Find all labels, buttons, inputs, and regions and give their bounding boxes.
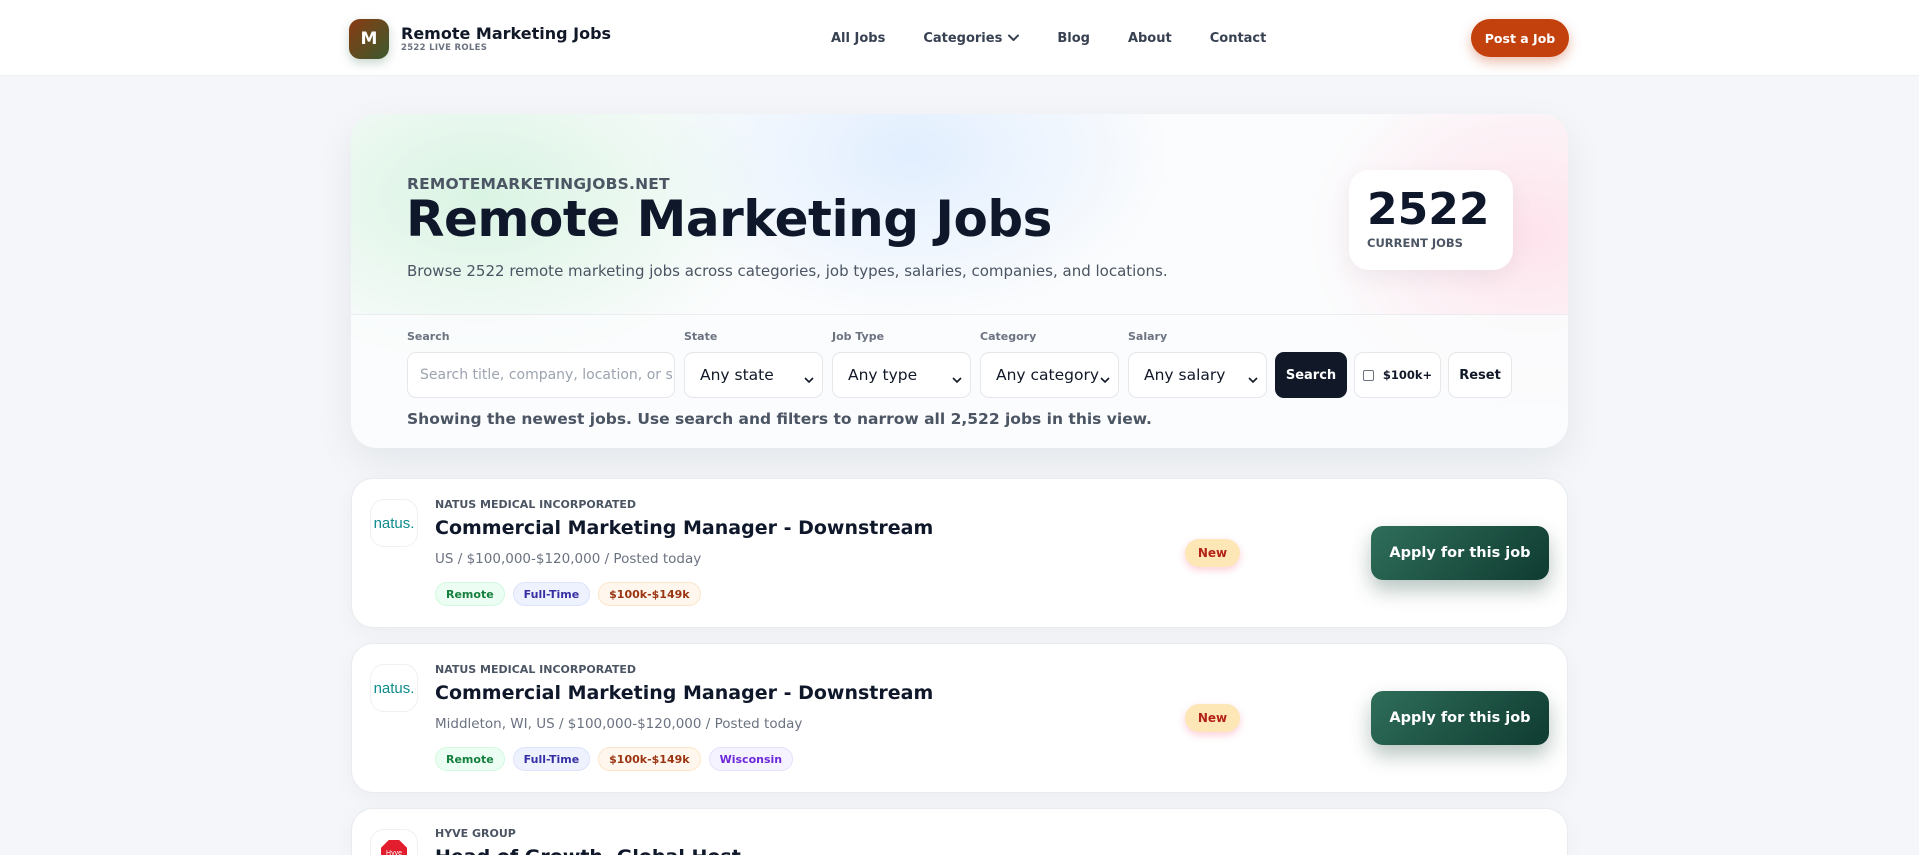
job-card[interactable]: natus. NATUS MEDICAL INCORPORATED Commer… <box>351 643 1568 793</box>
results-hint: Showing the newest jobs. Use search and … <box>407 410 1152 428</box>
chevron-down-icon <box>1008 31 1020 46</box>
job-title[interactable]: Head of Growth, Global Host <box>435 846 741 855</box>
job-count-label: CURRENT JOBS <box>1367 236 1463 250</box>
state-label: State <box>684 330 718 343</box>
filter-bar: Search Search title, company, location, … <box>351 314 1568 448</box>
state-select[interactable]: Any state <box>684 352 823 398</box>
nav-categories[interactable]: Categories <box>923 30 1020 46</box>
chevron-down-icon <box>952 370 962 388</box>
post-a-job-button[interactable]: Post a Job <box>1471 19 1569 57</box>
chevron-down-icon <box>804 370 814 388</box>
tag-full-time: Full-Time <box>512 747 591 771</box>
company-name: NATUS MEDICAL INCORPORATED <box>435 498 637 511</box>
high-salary-toggle[interactable]: $100k+ <box>1354 352 1441 398</box>
job-count: 2522 <box>1367 184 1490 235</box>
job-type-select-value: Any type <box>848 366 918 384</box>
nav-all-jobs[interactable]: All Jobs <box>831 31 885 46</box>
brand[interactable]: M Remote Marketing Jobs 2522 LIVE ROLES <box>349 19 611 59</box>
nav-blog[interactable]: Blog <box>1057 31 1090 46</box>
tag-state: Wisconsin <box>708 747 794 771</box>
brand-text: Remote Marketing Jobs 2522 LIVE ROLES <box>401 25 611 54</box>
new-badge: New <box>1185 704 1240 732</box>
brand-logo[interactable]: M <box>349 19 389 59</box>
search-label: Search <box>407 330 450 343</box>
nav-about[interactable]: About <box>1128 31 1172 46</box>
job-title[interactable]: Commercial Marketing Manager - Downstrea… <box>435 517 933 539</box>
tag-salary: $100k-$149k <box>598 582 701 606</box>
job-tags: Remote Full-Time $100k-$149k <box>435 582 709 606</box>
live-roles-count: 2522 LIVE ROLES <box>401 43 488 53</box>
job-meta: Middleton, WI, US / $100,000-$120,000 / … <box>435 716 803 732</box>
job-count-card: 2522 CURRENT JOBS <box>1349 170 1513 270</box>
company-logo: natus. <box>370 499 418 547</box>
search-input[interactable]: Search title, company, location, or s <box>407 352 675 398</box>
nav-about-label: About <box>1127 30 1172 46</box>
company-name: NATUS MEDICAL INCORPORATED <box>435 663 637 676</box>
search-button[interactable]: Search <box>1275 352 1347 398</box>
high-salary-label: $100k+ <box>1382 368 1433 382</box>
job-type-label: Job Type <box>832 330 885 343</box>
job-title[interactable]: Commercial Marketing Manager - Downstrea… <box>435 682 933 704</box>
chevron-down-icon <box>1100 370 1110 388</box>
main-nav: All Jobs Categories Blog About Contact <box>831 26 1304 50</box>
job-type-select[interactable]: Any type <box>832 352 971 398</box>
nav-blog-label: Blog <box>1057 30 1090 46</box>
checkbox[interactable] <box>1362 369 1374 381</box>
salary-select[interactable]: Any salary <box>1128 352 1267 398</box>
page-title: Remote Marketing Jobs <box>406 190 1052 248</box>
hero-header: REMOTEMARKETINGJOBS.NET Remote Marketing… <box>351 114 1568 314</box>
salary-select-value: Any salary <box>1144 366 1226 384</box>
job-card[interactable]: Hyve HYVE GROUP Head of Growth, Global H… <box>351 808 1568 855</box>
top-navigation-bar: M Remote Marketing Jobs 2522 LIVE ROLES … <box>0 0 1919 76</box>
company-logo: natus. <box>370 664 418 712</box>
state-select-value: Any state <box>700 366 774 384</box>
job-tags: Remote Full-Time $100k-$149k Wisconsin <box>435 747 801 771</box>
salary-label: Salary <box>1128 330 1168 343</box>
tag-full-time: Full-Time <box>512 582 591 606</box>
category-label: Category <box>980 330 1037 343</box>
category-select-value: Any category <box>996 366 1100 384</box>
page-description: Browse 2522 remote marketing jobs across… <box>407 262 1168 280</box>
nav-contact[interactable]: Contact <box>1210 31 1267 46</box>
company-name: HYVE GROUP <box>435 827 516 840</box>
job-meta: US / $100,000-$120,000 / Posted today <box>435 551 702 567</box>
apply-button[interactable]: Apply for this job <box>1371 691 1549 745</box>
tag-remote: Remote <box>435 747 505 771</box>
apply-button[interactable]: Apply for this job <box>1371 526 1549 580</box>
nav-contact-label: Contact <box>1209 30 1267 46</box>
company-logo: Hyve <box>370 829 418 855</box>
tag-salary: $100k-$149k <box>598 747 701 771</box>
hero-section: REMOTEMARKETINGJOBS.NET Remote Marketing… <box>351 114 1568 448</box>
nav-all-jobs-label: All Jobs <box>831 30 886 46</box>
hyve-logo-icon: Hyve <box>381 840 407 855</box>
job-card[interactable]: natus. NATUS MEDICAL INCORPORATED Commer… <box>351 478 1568 628</box>
brand-name[interactable]: Remote Marketing Jobs <box>401 25 611 43</box>
chevron-down-icon <box>1248 370 1258 388</box>
category-select[interactable]: Any category <box>980 352 1119 398</box>
new-badge: New <box>1185 539 1240 567</box>
nav-categories-label: Categories <box>923 30 1003 46</box>
reset-button[interactable]: Reset <box>1448 352 1512 398</box>
tag-remote: Remote <box>435 582 505 606</box>
